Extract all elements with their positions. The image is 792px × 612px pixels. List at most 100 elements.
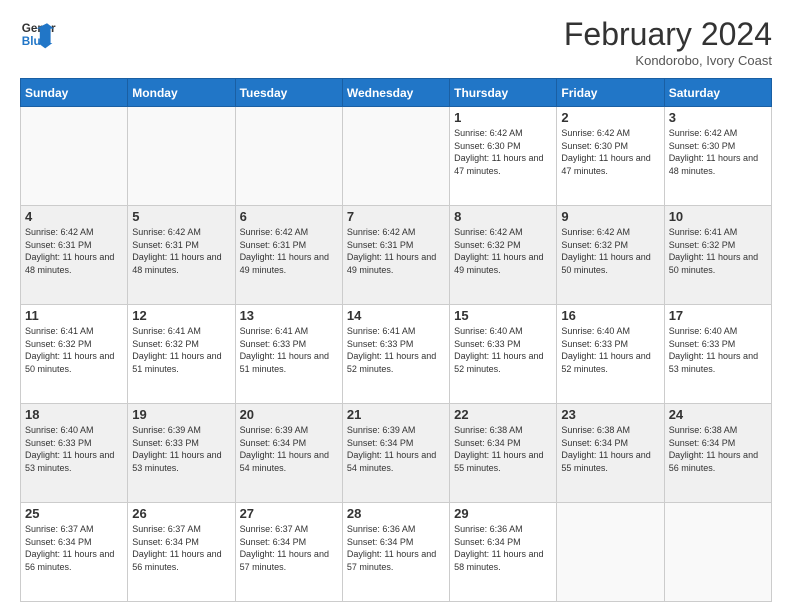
day-info: Sunrise: 6:38 AM Sunset: 6:34 PM Dayligh… bbox=[561, 424, 659, 474]
day-number: 3 bbox=[669, 110, 767, 125]
subtitle: Kondorobo, Ivory Coast bbox=[564, 53, 772, 68]
calendar-week-row: 11 Sunrise: 6:41 AM Sunset: 6:32 PM Dayli… bbox=[21, 305, 772, 404]
calendar-cell: 8 Sunrise: 6:42 AM Sunset: 6:32 PM Daylig… bbox=[450, 206, 557, 305]
day-number: 20 bbox=[240, 407, 338, 422]
day-info: Sunrise: 6:42 AM Sunset: 6:30 PM Dayligh… bbox=[561, 127, 659, 177]
day-number: 27 bbox=[240, 506, 338, 521]
day-info: Sunrise: 6:36 AM Sunset: 6:34 PM Dayligh… bbox=[347, 523, 445, 573]
day-info: Sunrise: 6:42 AM Sunset: 6:31 PM Dayligh… bbox=[240, 226, 338, 276]
calendar-cell bbox=[342, 107, 449, 206]
day-info: Sunrise: 6:40 AM Sunset: 6:33 PM Dayligh… bbox=[454, 325, 552, 375]
day-number: 14 bbox=[347, 308, 445, 323]
weekday-header-wednesday: Wednesday bbox=[342, 79, 449, 107]
day-number: 26 bbox=[132, 506, 230, 521]
title-area: February 2024 Kondorobo, Ivory Coast bbox=[564, 16, 772, 68]
weekday-header-row: SundayMondayTuesdayWednesdayThursdayFrid… bbox=[21, 79, 772, 107]
day-number: 4 bbox=[25, 209, 123, 224]
calendar-cell bbox=[128, 107, 235, 206]
day-number: 10 bbox=[669, 209, 767, 224]
day-number: 22 bbox=[454, 407, 552, 422]
day-number: 13 bbox=[240, 308, 338, 323]
calendar-cell: 10 Sunrise: 6:41 AM Sunset: 6:32 PM Dayli… bbox=[664, 206, 771, 305]
weekday-header-friday: Friday bbox=[557, 79, 664, 107]
calendar-cell: 14 Sunrise: 6:41 AM Sunset: 6:33 PM Dayli… bbox=[342, 305, 449, 404]
calendar-cell: 3 Sunrise: 6:42 AM Sunset: 6:30 PM Daylig… bbox=[664, 107, 771, 206]
calendar-week-row: 25 Sunrise: 6:37 AM Sunset: 6:34 PM Dayli… bbox=[21, 503, 772, 602]
calendar-cell: 29Sunrise: 6:36 AM Sunset: 6:34 PM Dayli… bbox=[450, 503, 557, 602]
calendar-cell: 26 Sunrise: 6:37 AM Sunset: 6:34 PM Dayli… bbox=[128, 503, 235, 602]
day-info: Sunrise: 6:41 AM Sunset: 6:32 PM Dayligh… bbox=[669, 226, 767, 276]
calendar-cell: 2Sunrise: 6:42 AM Sunset: 6:30 PM Daylig… bbox=[557, 107, 664, 206]
day-info: Sunrise: 6:37 AM Sunset: 6:34 PM Dayligh… bbox=[240, 523, 338, 573]
day-info: Sunrise: 6:41 AM Sunset: 6:32 PM Dayligh… bbox=[132, 325, 230, 375]
calendar-cell bbox=[557, 503, 664, 602]
calendar-cell: 11 Sunrise: 6:41 AM Sunset: 6:32 PM Dayli… bbox=[21, 305, 128, 404]
day-info: Sunrise: 6:41 AM Sunset: 6:33 PM Dayligh… bbox=[347, 325, 445, 375]
day-number: 23 bbox=[561, 407, 659, 422]
day-info: Sunrise: 6:38 AM Sunset: 6:34 PM Dayligh… bbox=[454, 424, 552, 474]
day-number: 25 bbox=[25, 506, 123, 521]
calendar-body: 1 Sunrise: 6:42 AM Sunset: 6:30 PM Daylig… bbox=[21, 107, 772, 602]
day-info: Sunrise: 6:39 AM Sunset: 6:33 PM Dayligh… bbox=[132, 424, 230, 474]
calendar-cell: 7 Sunrise: 6:42 AM Sunset: 6:31 PM Daylig… bbox=[342, 206, 449, 305]
day-number: 19 bbox=[132, 407, 230, 422]
day-info: Sunrise: 6:39 AM Sunset: 6:34 PM Dayligh… bbox=[347, 424, 445, 474]
calendar-cell: 4 Sunrise: 6:42 AM Sunset: 6:31 PM Daylig… bbox=[21, 206, 128, 305]
calendar-cell: 5 Sunrise: 6:42 AM Sunset: 6:31 PM Daylig… bbox=[128, 206, 235, 305]
calendar-cell: 24Sunrise: 6:38 AM Sunset: 6:34 PM Dayli… bbox=[664, 404, 771, 503]
day-info: Sunrise: 6:37 AM Sunset: 6:34 PM Dayligh… bbox=[132, 523, 230, 573]
calendar-cell: 19 Sunrise: 6:39 AM Sunset: 6:33 PM Dayli… bbox=[128, 404, 235, 503]
day-number: 6 bbox=[240, 209, 338, 224]
day-number: 21 bbox=[347, 407, 445, 422]
day-number: 12 bbox=[132, 308, 230, 323]
logo: General Blue bbox=[20, 16, 56, 52]
calendar-cell: 15Sunrise: 6:40 AM Sunset: 6:33 PM Dayli… bbox=[450, 305, 557, 404]
calendar-week-row: 4 Sunrise: 6:42 AM Sunset: 6:31 PM Daylig… bbox=[21, 206, 772, 305]
calendar-cell: 27 Sunrise: 6:37 AM Sunset: 6:34 PM Dayli… bbox=[235, 503, 342, 602]
calendar-week-row: 1 Sunrise: 6:42 AM Sunset: 6:30 PM Daylig… bbox=[21, 107, 772, 206]
calendar-cell: 18Sunrise: 6:40 AM Sunset: 6:33 PM Dayli… bbox=[21, 404, 128, 503]
day-number: 28 bbox=[347, 506, 445, 521]
logo-icon: General Blue bbox=[20, 16, 56, 52]
day-info: Sunrise: 6:40 AM Sunset: 6:33 PM Dayligh… bbox=[561, 325, 659, 375]
day-info: Sunrise: 6:39 AM Sunset: 6:34 PM Dayligh… bbox=[240, 424, 338, 474]
day-number: 7 bbox=[347, 209, 445, 224]
day-info: Sunrise: 6:38 AM Sunset: 6:34 PM Dayligh… bbox=[669, 424, 767, 474]
calendar-cell: 16 Sunrise: 6:40 AM Sunset: 6:33 PM Dayli… bbox=[557, 305, 664, 404]
day-info: Sunrise: 6:42 AM Sunset: 6:30 PM Dayligh… bbox=[454, 127, 552, 177]
weekday-header-monday: Monday bbox=[128, 79, 235, 107]
weekday-header-sunday: Sunday bbox=[21, 79, 128, 107]
day-info: Sunrise: 6:42 AM Sunset: 6:30 PM Dayligh… bbox=[669, 127, 767, 177]
day-info: Sunrise: 6:40 AM Sunset: 6:33 PM Dayligh… bbox=[669, 325, 767, 375]
day-number: 18 bbox=[25, 407, 123, 422]
day-number: 1 bbox=[454, 110, 552, 125]
calendar-cell: 23 Sunrise: 6:38 AM Sunset: 6:34 PM Dayli… bbox=[557, 404, 664, 503]
calendar-cell: 9 Sunrise: 6:42 AM Sunset: 6:32 PM Daylig… bbox=[557, 206, 664, 305]
calendar-cell: 25Sunrise: 6:37 AM Sunset: 6:34 PM Dayli… bbox=[21, 503, 128, 602]
calendar-cell: 6 Sunrise: 6:42 AM Sunset: 6:31 PM Daylig… bbox=[235, 206, 342, 305]
calendar-cell: 17 Sunrise: 6:40 AM Sunset: 6:33 PM Dayli… bbox=[664, 305, 771, 404]
calendar-cell: 22 Sunrise: 6:38 AM Sunset: 6:34 PM Dayli… bbox=[450, 404, 557, 503]
day-number: 8 bbox=[454, 209, 552, 224]
weekday-header-saturday: Saturday bbox=[664, 79, 771, 107]
month-title: February 2024 bbox=[564, 16, 772, 53]
day-info: Sunrise: 6:42 AM Sunset: 6:32 PM Dayligh… bbox=[454, 226, 552, 276]
calendar-cell bbox=[21, 107, 128, 206]
day-info: Sunrise: 6:42 AM Sunset: 6:32 PM Dayligh… bbox=[561, 226, 659, 276]
day-info: Sunrise: 6:42 AM Sunset: 6:31 PM Dayligh… bbox=[25, 226, 123, 276]
svg-text:General: General bbox=[22, 22, 56, 35]
day-info: Sunrise: 6:42 AM Sunset: 6:31 PM Dayligh… bbox=[132, 226, 230, 276]
calendar-cell: 20 Sunrise: 6:39 AM Sunset: 6:34 PM Dayli… bbox=[235, 404, 342, 503]
calendar-cell bbox=[235, 107, 342, 206]
day-number: 16 bbox=[561, 308, 659, 323]
day-number: 17 bbox=[669, 308, 767, 323]
day-info: Sunrise: 6:41 AM Sunset: 6:32 PM Dayligh… bbox=[25, 325, 123, 375]
weekday-header-thursday: Thursday bbox=[450, 79, 557, 107]
day-number: 5 bbox=[132, 209, 230, 224]
weekday-header-tuesday: Tuesday bbox=[235, 79, 342, 107]
day-info: Sunrise: 6:42 AM Sunset: 6:31 PM Dayligh… bbox=[347, 226, 445, 276]
day-number: 11 bbox=[25, 308, 123, 323]
header: General Blue February 2024 Kondorobo, Iv… bbox=[20, 16, 772, 68]
day-number: 9 bbox=[561, 209, 659, 224]
calendar-cell: 28 Sunrise: 6:36 AM Sunset: 6:34 PM Dayli… bbox=[342, 503, 449, 602]
